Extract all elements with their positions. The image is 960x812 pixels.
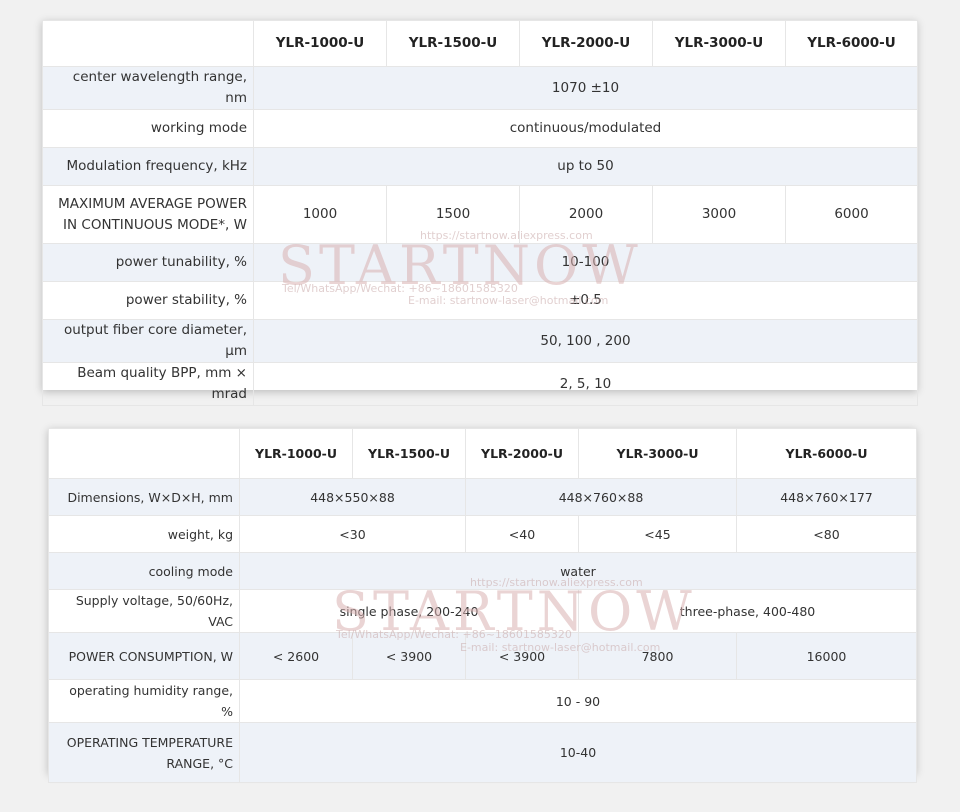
cell-value: < 3900 [465,632,579,680]
header-model: YLR-2000-U [465,428,579,479]
table-row: power stability, % ±0.5 [42,281,918,320]
header-model: YLR-1000-U [239,428,353,479]
table-row: MAXIMUM AVERAGE POWER IN CONTINUOUS MODE… [42,185,918,244]
cell-value: 1500 [386,185,520,244]
cell-value: < 3900 [352,632,466,680]
cell-value: 2, 5, 10 [253,362,918,406]
header-model: YLR-1500-U [352,428,466,479]
table-row: Beam quality BPP, mm × mrad 2, 5, 10 [42,362,918,406]
cell-value: 3000 [652,185,786,244]
specs-table-physical-card: YLR-1000-U YLR-1500-U YLR-2000-U YLR-300… [48,428,917,783]
cell-value: < 2600 [239,632,353,680]
table-row: weight, kg <30 <40 <45 <80 [48,515,917,553]
row-label: MAXIMUM AVERAGE POWER IN CONTINUOUS MODE… [42,185,254,244]
cell-value: 2000 [519,185,653,244]
table-row: power tunability, % 10-100 [42,243,918,282]
row-label: weight, kg [48,515,240,553]
table-row: operating humidity range, % 10 - 90 [48,679,917,723]
cell-value: 10-40 [239,722,917,783]
row-label: Beam quality BPP, mm × mrad [42,362,254,406]
cell-value: continuous/modulated [253,109,918,148]
table-row: output fiber core diameter, μm 50, 100 ,… [42,319,918,363]
cell-value: ±0.5 [253,281,918,320]
cell-value: 448×760×88 [465,478,737,516]
row-label: OPERATING TEMPERATURE RANGE, °C [48,722,240,783]
cell-value: <30 [239,515,466,553]
table-row: Dimensions, W×D×H, mm 448×550×88 448×760… [48,478,917,516]
header-model: YLR-6000-U [785,20,918,67]
row-label: Modulation frequency, kHz [42,147,254,186]
cell-value: 7800 [578,632,737,680]
header-model: YLR-2000-U [519,20,653,67]
cell-value: 1000 [253,185,387,244]
row-label-line: OPERATING TEMPERATURE [66,734,233,750]
cell-value: 10 - 90 [239,679,917,723]
row-label: output fiber core diameter, μm [42,319,254,363]
cell-value: 16000 [736,632,917,680]
table-row: OPERATING TEMPERATURE RANGE, °C 10-40 [48,722,917,783]
row-label: POWER CONSUMPTION, W [48,632,240,680]
cell-value: 448×760×177 [736,478,917,516]
header-model: YLR-6000-U [736,428,917,479]
table-row: Supply voltage, 50/60Hz, VAC single phas… [48,589,917,633]
cell-value: single phase, 200-240 [239,589,579,633]
specs-table-optical: YLR-1000-U YLR-1500-U YLR-2000-U YLR-300… [42,20,918,406]
header-model: YLR-1000-U [253,20,387,67]
row-label-line: MAXIMUM AVERAGE POWER [58,195,247,212]
table-row: center wavelength range, nm 1070 ±10 [42,66,918,110]
row-label: Dimensions, W×D×H, mm [48,478,240,516]
table-header-row: YLR-1000-U YLR-1500-U YLR-2000-U YLR-300… [48,428,917,479]
table-row: cooling mode water [48,552,917,590]
cell-value: 50, 100 , 200 [253,319,918,363]
table-row: POWER CONSUMPTION, W < 2600 < 3900 < 390… [48,632,917,680]
row-label: working mode [42,109,254,148]
specs-table-optical-card: YLR-1000-U YLR-1500-U YLR-2000-U YLR-300… [42,20,918,406]
cell-value: up to 50 [253,147,918,186]
header-empty-cell [42,20,254,67]
row-label: power stability, % [42,281,254,320]
header-model: YLR-3000-U [578,428,737,479]
header-model: YLR-3000-U [652,20,786,67]
row-label: center wavelength range, nm [42,66,254,110]
table-row: working mode continuous/modulated [42,109,918,148]
cell-value: 1070 ±10 [253,66,918,110]
cell-value: water [239,552,917,590]
cell-value: <80 [736,515,917,553]
table-header-row: YLR-1000-U YLR-1500-U YLR-2000-U YLR-300… [42,20,918,67]
table-row: Modulation frequency, kHz up to 50 [42,147,918,186]
cell-value: 448×550×88 [239,478,466,516]
cell-value: 10-100 [253,243,918,282]
cell-value: <45 [578,515,737,553]
header-model: YLR-1500-U [386,20,520,67]
row-label: Supply voltage, 50/60Hz, VAC [48,589,240,633]
specs-table-physical: YLR-1000-U YLR-1500-U YLR-2000-U YLR-300… [48,428,917,783]
row-label-line: RANGE, °C [166,755,233,771]
cell-value: <40 [465,515,579,553]
row-label: power tunability, % [42,243,254,282]
cell-value: three-phase, 400-480 [578,589,917,633]
cell-value: 6000 [785,185,918,244]
row-label: cooling mode [48,552,240,590]
header-empty-cell [48,428,240,479]
row-label-line: IN CONTINUOUS MODE*, W [63,216,247,233]
row-label: operating humidity range, % [48,679,240,723]
